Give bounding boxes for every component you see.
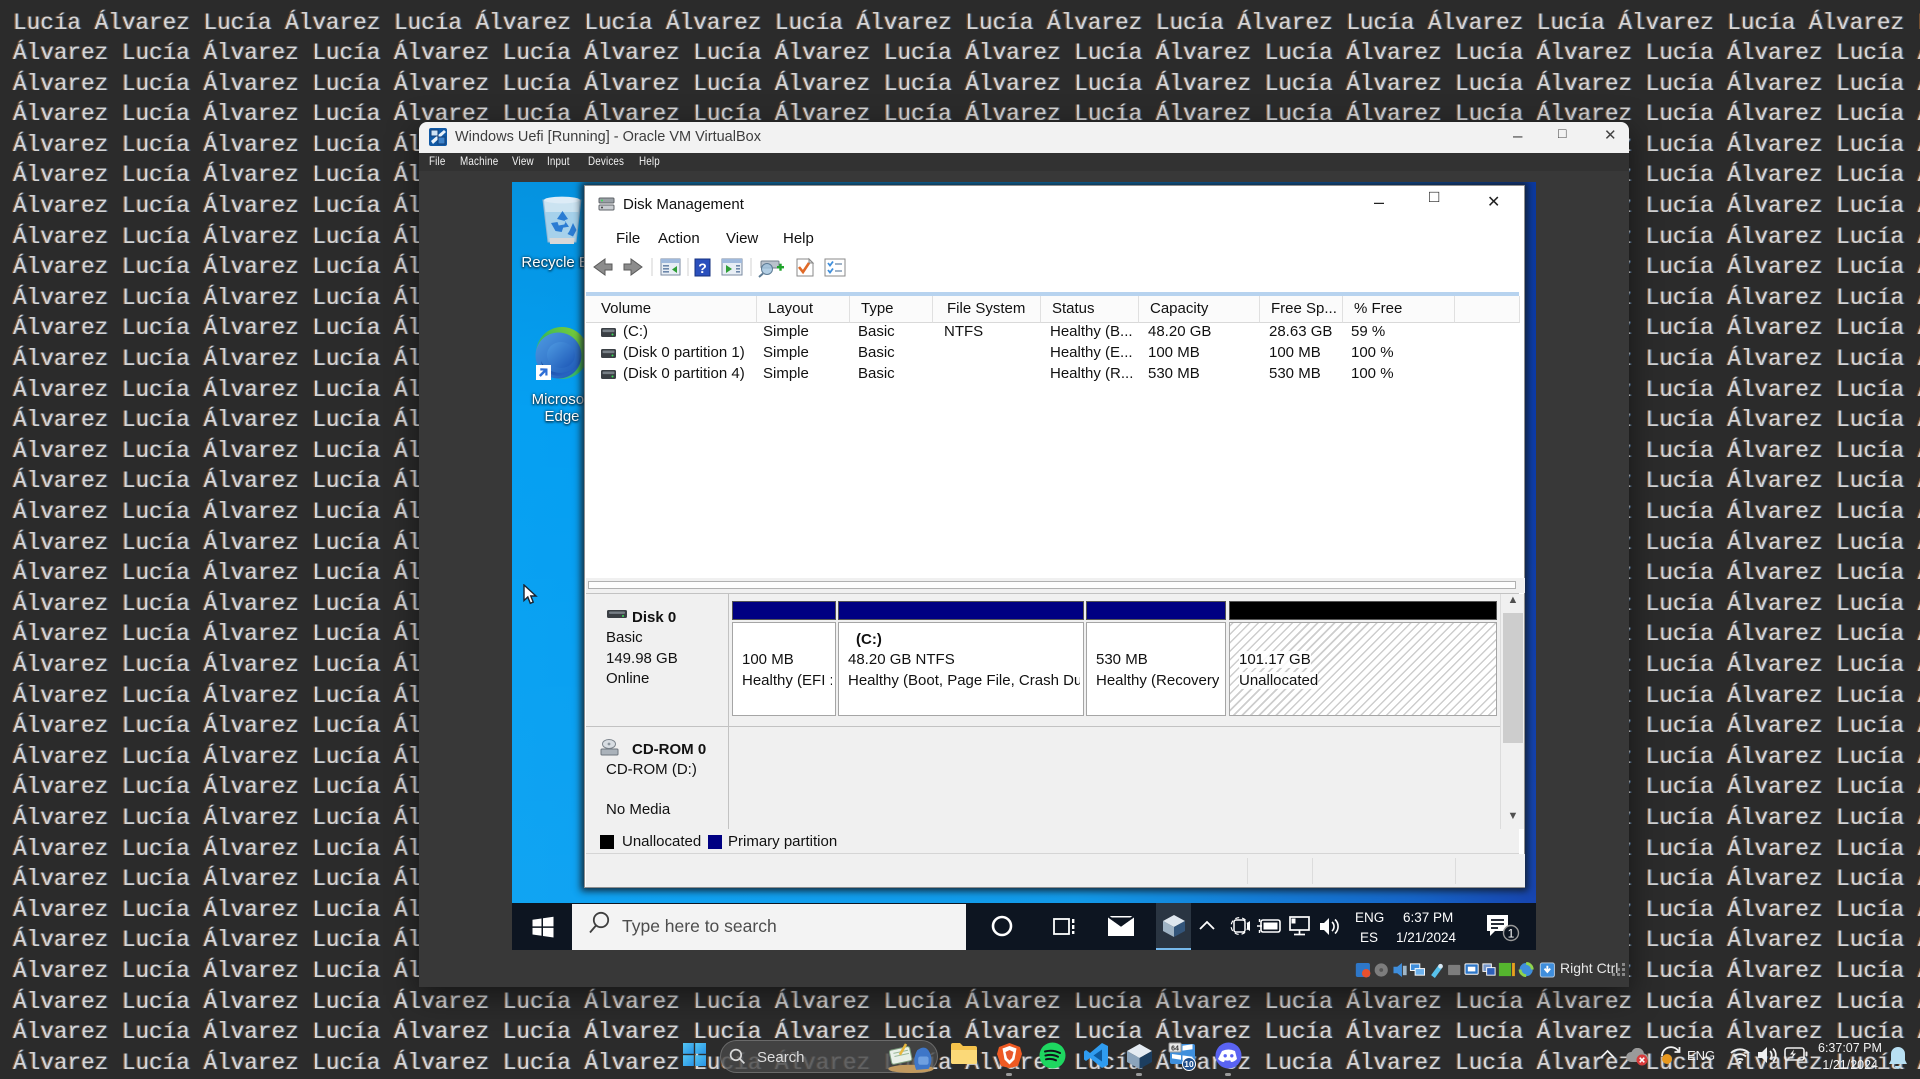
svg-text:?: ? (698, 260, 707, 276)
svg-text:10: 10 (1184, 1059, 1194, 1069)
svg-text:64: 64 (1171, 1046, 1179, 1053)
svg-text:1: 1 (1508, 927, 1515, 941)
